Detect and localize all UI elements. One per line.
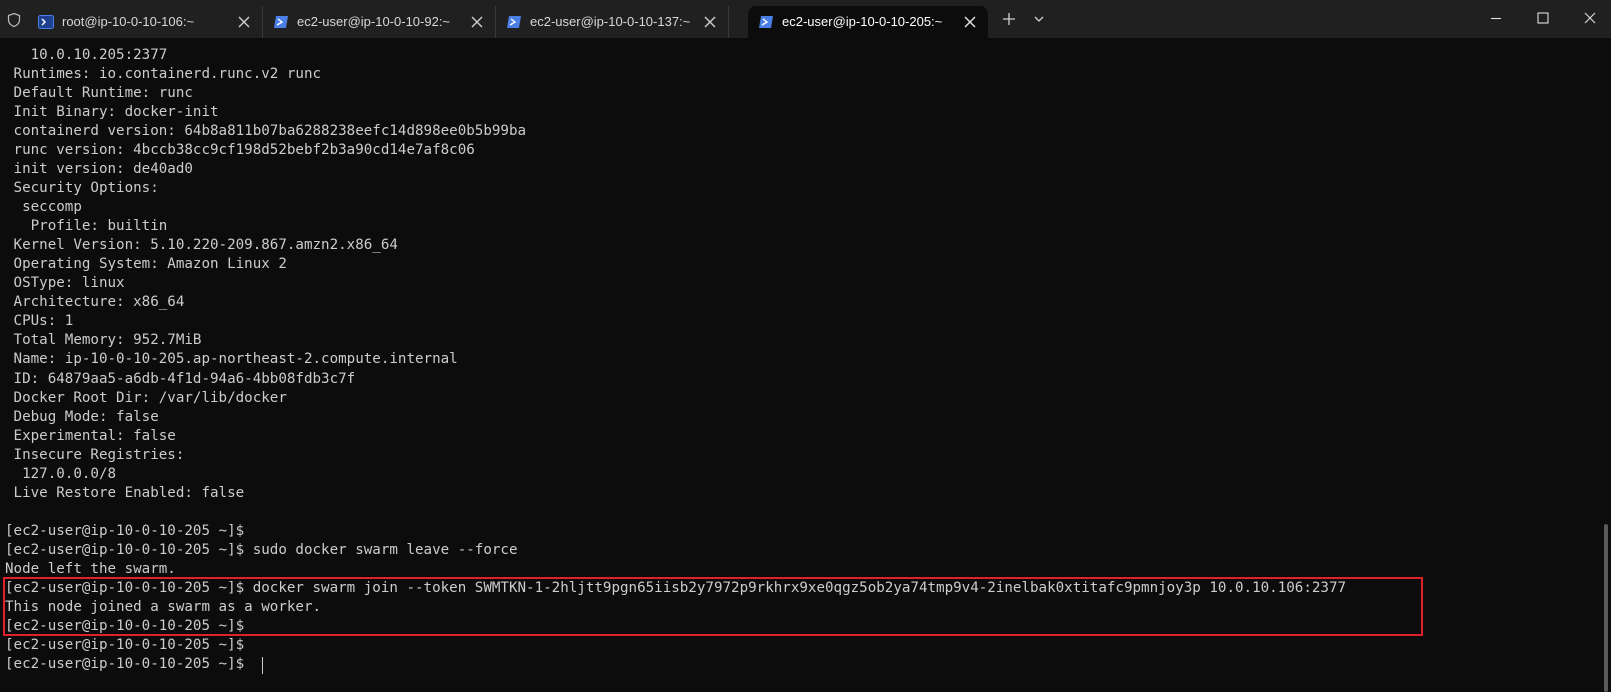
terminal-line: Debug Mode: false: [5, 408, 159, 425]
terminal-line: [ec2-user@ip-10-0-10-205 ~]$ sudo docker…: [5, 541, 518, 558]
terminal-line: [ec2-user@ip-10-0-10-205 ~]$: [5, 655, 253, 672]
terminal-line: CPUs: 1: [5, 313, 74, 330]
tab-bar: root@ip-10-0-10-106:~ ec2-user@ip-10-0-1…: [0, 0, 1611, 38]
terminal-line: Kernel Version: 5.10.220-209.867.amzn2.x…: [5, 237, 398, 254]
terminal-line: Live Restore Enabled: false: [5, 484, 245, 501]
terminal-line: seccomp: [5, 199, 82, 216]
terminal-line: Docker Root Dir: /var/lib/docker: [5, 389, 287, 406]
terminal-line: Profile: builtin: [5, 218, 168, 235]
highlight-box: [3, 577, 1423, 636]
maximize-icon[interactable]: [1535, 10, 1551, 26]
terminal-line: [ec2-user@ip-10-0-10-205 ~]$: [5, 522, 245, 539]
terminal-line: Name: ip-10-0-10-205.ap-northeast-2.comp…: [5, 351, 458, 368]
tab-label: root@ip-10-0-10-106:~: [62, 14, 195, 29]
close-icon[interactable]: [704, 16, 716, 28]
powershell-icon: [759, 16, 773, 28]
close-icon[interactable]: [1582, 10, 1598, 26]
terminal-line: Runtimes: io.containerd.runc.v2 runc: [5, 66, 322, 83]
tab-label: ec2-user@ip-10-0-10-137:~: [530, 14, 691, 29]
chevron-down-icon[interactable]: [1030, 10, 1048, 28]
terminal-line: [ec2-user@ip-10-0-10-205 ~]$: [5, 636, 245, 653]
terminal-output[interactable]: 10.0.10.205:2377 Runtimes: io.containerd…: [0, 38, 1611, 692]
plus-icon[interactable]: [1000, 10, 1018, 28]
scrollbar[interactable]: [1604, 524, 1608, 692]
tab-label: ec2-user@ip-10-0-10-205:~: [782, 14, 943, 29]
minimize-icon[interactable]: [1488, 10, 1504, 26]
terminal-line: ID: 64879aa5-a6db-4f1d-94a6-4bb08fdb3c7f: [5, 370, 356, 387]
terminal-line: Default Runtime: runc: [5, 85, 193, 102]
powershell-icon: [274, 16, 288, 28]
tab-ec2-92[interactable]: ec2-user@ip-10-0-10-92:~: [263, 6, 496, 38]
close-icon[interactable]: [964, 16, 976, 28]
terminal-line: Experimental: false: [5, 427, 176, 444]
terminal-line: Insecure Registries:: [5, 446, 185, 463]
shield-icon: [7, 12, 21, 28]
terminal-line: Node left the swarm.: [5, 560, 176, 577]
text-cursor: [262, 656, 264, 674]
terminal-line: Init Binary: docker-init: [5, 104, 219, 121]
terminal-line: runc version: 4bccb38cc9cf198d52bebf2b3a…: [5, 142, 475, 159]
tab-ec2-205[interactable]: ec2-user@ip-10-0-10-205:~: [748, 6, 988, 38]
terminal-line: containerd version: 64b8a811b07ba6288238…: [5, 123, 527, 140]
terminal-line: Operating System: Amazon Linux 2: [5, 256, 287, 273]
terminal-line: init version: de40ad0: [5, 161, 193, 178]
close-icon[interactable]: [471, 16, 483, 28]
terminal-line: 127.0.0.0/8: [5, 465, 117, 482]
terminal-line: Security Options:: [5, 180, 159, 197]
terminal-line: Total Memory: 952.7MiB: [5, 332, 202, 349]
tab-root-106[interactable]: root@ip-10-0-10-106:~: [28, 6, 263, 38]
terminal-line: Architecture: x86_64: [5, 294, 185, 311]
shell-icon: [38, 15, 54, 29]
terminal-line: OSType: linux: [5, 275, 125, 292]
tab-label: ec2-user@ip-10-0-10-92:~: [297, 14, 451, 29]
terminal-line: 10.0.10.205:2377: [5, 47, 168, 63]
powershell-icon: [507, 16, 521, 28]
tab-ec2-137[interactable]: ec2-user@ip-10-0-10-137:~: [496, 6, 729, 38]
close-icon[interactable]: [238, 16, 250, 28]
